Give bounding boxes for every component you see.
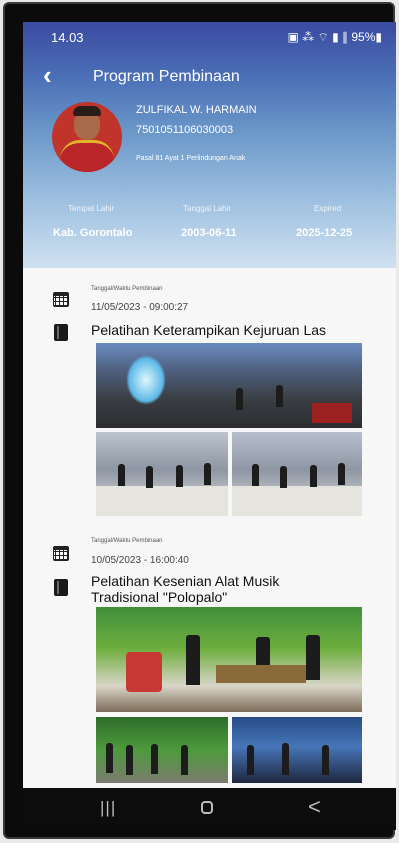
avatar-hair: [73, 106, 101, 116]
tempat-lahir-label: Tempat Lahir: [68, 204, 115, 213]
tempat-lahir-value: Kab. Gorontalo: [53, 227, 133, 239]
status-indicators: ▣ ⁂ ⌔ ▮ ∥ 95%▮: [287, 30, 382, 44]
avatar-uniform: [60, 140, 114, 172]
photo-person: [236, 388, 243, 410]
tanggal-lahir-label: Tanggal Lahir: [183, 204, 232, 213]
activity-datetime: 11/05/2023 - 09:00:27: [91, 302, 189, 313]
photo-person: [280, 466, 287, 488]
back-arrow-icon[interactable]: ‹: [43, 62, 52, 88]
profile-pasal: Pasal 81 Ayat 1 Perlindungan Anak: [136, 155, 246, 162]
photo-person: [247, 745, 254, 775]
book-icon: [54, 324, 68, 341]
back-icon[interactable]: <: [308, 794, 321, 820]
photo-person: [310, 465, 317, 487]
activity-photo[interactable]: [96, 432, 228, 516]
calendar-icon: [53, 546, 69, 561]
page-title: Program Pembinaan: [93, 68, 240, 85]
photo-floor: [96, 486, 228, 516]
app-screen: 14.03 ▣ ⁂ ⌔ ▮ ∥ 95%▮ ‹ Program Pembinaan…: [23, 22, 396, 830]
photo-person: [306, 635, 320, 680]
tanggal-lahir-value: 2003-06-11: [181, 227, 237, 239]
profile-header: 14.03 ▣ ⁂ ⌔ ▮ ∥ 95%▮ ‹ Program Pembinaan…: [23, 22, 396, 268]
activity-photo-main[interactable]: [96, 607, 362, 712]
profile-name: ZULFIKAL W. HARMAIN: [136, 104, 257, 116]
photo-drum: [126, 652, 162, 692]
photo-person: [338, 463, 345, 485]
book-icon: [54, 579, 68, 596]
photo-person: [176, 465, 183, 487]
activity-photo[interactable]: [232, 717, 362, 783]
activity-photo-main[interactable]: [96, 343, 362, 428]
activity-datetime-label: Tanggal/Waktu Pembinaan: [91, 286, 163, 292]
activity-datetime: 10/05/2023 - 16:00:40: [91, 555, 189, 566]
status-time: 14.03: [51, 30, 84, 45]
photo-person: [276, 385, 283, 407]
activity-datetime-label: Tanggal/Waktu Pembinaan: [91, 538, 163, 544]
photo-floor: [232, 486, 362, 516]
activity-title[interactable]: Pelatihan Keterampikan Kejuruan Las: [91, 322, 326, 338]
expired-value: 2025-12-25: [296, 227, 353, 239]
photo-person: [106, 743, 113, 773]
system-nav-bar: ||| <: [23, 788, 396, 830]
phone-frame: 14.03 ▣ ⁂ ⌔ ▮ ∥ 95%▮ ‹ Program Pembinaan…: [5, 4, 396, 837]
activity-photo[interactable]: [232, 432, 362, 516]
home-icon[interactable]: [201, 801, 213, 814]
expired-label: Expired: [314, 204, 342, 213]
photo-person: [146, 466, 153, 488]
photo-person: [252, 464, 259, 486]
photo-person: [186, 635, 200, 685]
photo-table: [312, 403, 352, 423]
photo-person: [151, 744, 158, 774]
avatar[interactable]: [52, 102, 122, 172]
photo-person: [126, 745, 133, 775]
calendar-icon: [53, 292, 69, 307]
photo-person: [322, 745, 329, 775]
activity-title-line1[interactable]: Pelatihan Kesenian Alat Musik: [91, 573, 279, 589]
photo-person: [118, 464, 125, 486]
activity-title-line2[interactable]: Tradisional "Polopalo": [91, 589, 227, 605]
photo-person: [181, 745, 188, 775]
photo-person: [282, 743, 289, 775]
recents-icon[interactable]: |||: [100, 798, 116, 818]
photo-instrument: [216, 665, 306, 683]
photo-person: [204, 463, 211, 485]
profile-id-number: 7501051106030003: [136, 124, 234, 136]
activity-photo[interactable]: [96, 717, 228, 783]
status-bar: 14.03 ▣ ⁂ ⌔ ▮ ∥ 95%▮: [23, 22, 396, 50]
photo-light: [126, 355, 166, 405]
